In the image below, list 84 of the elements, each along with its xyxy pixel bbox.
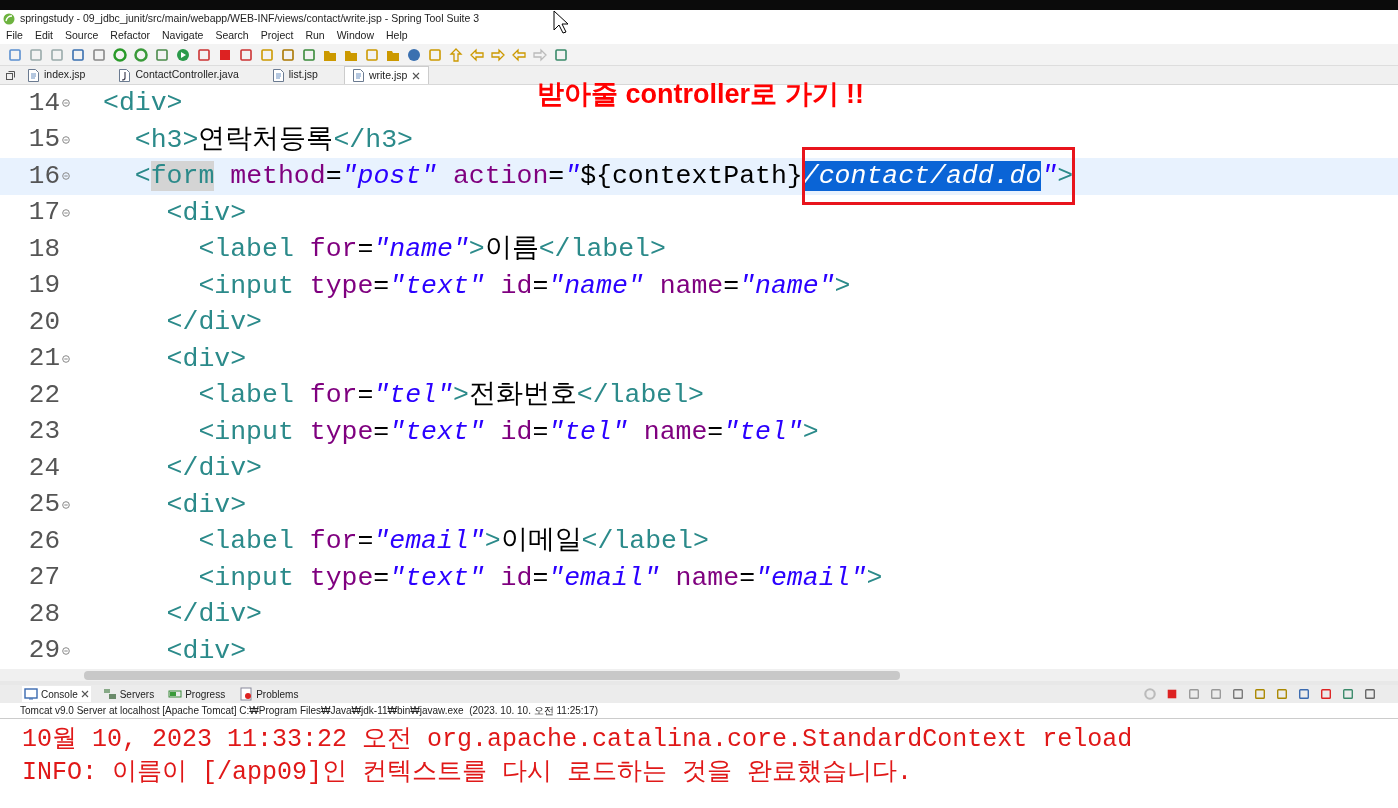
fold-icon[interactable]	[62, 99, 70, 108]
code-line: <div>	[165, 488, 247, 522]
stop-icon[interactable]	[218, 47, 232, 62]
page-file-icon	[28, 68, 39, 82]
code-line: </div>	[165, 598, 263, 632]
menu-item[interactable]: Edit	[34, 28, 53, 44]
editor-tab[interactable]: index.jsp	[20, 66, 94, 84]
fold-icon[interactable]	[62, 135, 70, 144]
menu-item[interactable]: Window	[336, 28, 375, 44]
close-icon[interactable]	[412, 71, 421, 80]
line-number: 24	[27, 451, 60, 485]
menu-item[interactable]: Source	[65, 28, 99, 44]
code-line: </div>	[165, 452, 263, 486]
code-line: <div>	[165, 634, 247, 668]
view-tab[interactable]: Problems	[237, 686, 301, 702]
menu-item[interactable]: Run	[305, 28, 325, 44]
line-number: 28	[27, 597, 60, 631]
line-number: 19	[27, 269, 60, 303]
left-arrow-icon[interactable]	[470, 47, 484, 62]
line-number: 17	[27, 196, 60, 230]
editor-tab[interactable]: list.jsp	[264, 66, 326, 84]
line-number: 26	[27, 524, 60, 558]
servers-view-icon	[102, 687, 117, 701]
code-line: <input type="text" id="name" name="name">	[197, 269, 851, 303]
console-header: Tomcat v9.0 Server at localhost [Apache Tomcat] C:₩Program Files₩Java₩jdk-11₩bin₩javaw.exe (2023. 10. 10. 오전 11:25:17)	[20, 704, 598, 718]
menu-item[interactable]: Help	[386, 28, 408, 44]
fold-icon[interactable]	[62, 172, 70, 181]
window-title: springstudy - 09_jdbc_junit/src/main/webapp/WEB-INF/views/contact/write.jsp - Spring Tool Suite 3	[20, 11, 480, 27]
up-arrow-icon[interactable]	[449, 47, 463, 62]
page-file-icon	[272, 68, 284, 82]
globe-icon[interactable]	[407, 47, 421, 62]
java-file-icon	[119, 68, 131, 82]
line-number: 29	[27, 634, 60, 668]
code-line: <div>	[103, 87, 183, 121]
annotation-text: 받아줄 controller로 가기 !!	[537, 78, 864, 111]
fold-icon[interactable]	[62, 208, 70, 217]
fold-icon[interactable]	[62, 646, 70, 655]
code-line: <label for="tel">전화번호</label>	[197, 379, 705, 413]
code-line: <div>	[165, 196, 247, 230]
menu-item[interactable]: File	[6, 28, 23, 44]
line-number: 27	[27, 561, 60, 595]
close-icon[interactable]	[80, 690, 89, 698]
code-line: <div>	[165, 342, 247, 376]
line-number: 21	[27, 342, 60, 376]
line-number: 20	[27, 305, 60, 339]
view-tab[interactable]: Progress	[166, 686, 228, 702]
code-line: <label for="name">이름</label>	[197, 233, 666, 267]
editor-tab[interactable]: write.jsp	[343, 66, 430, 84]
menu-item[interactable]: Navigate	[162, 28, 204, 44]
menu-item[interactable]: Search	[215, 28, 249, 44]
line-number: 23	[27, 415, 60, 449]
console-view-icon	[24, 687, 38, 701]
right-arrow-icon[interactable]	[533, 47, 547, 62]
line-number: 22	[27, 378, 60, 412]
view-tab[interactable]: Servers	[100, 686, 157, 702]
leaf-logo-icon	[3, 13, 15, 25]
play-icon[interactable]	[176, 47, 190, 62]
problems-view-icon	[239, 687, 254, 701]
code-line: <form method="post" action="${contextPath}/contact/add.do">	[103, 159, 1074, 194]
code-line: <input type="text" id="email" name="email">	[197, 561, 883, 595]
code-line: <input type="text" id="tel" name="tel">	[197, 415, 819, 449]
editor-tab[interactable]: ContactController.java	[111, 66, 247, 84]
page-file-icon	[352, 69, 364, 82]
line-number: 25	[27, 488, 60, 522]
line-number: 16	[27, 159, 60, 193]
fold-icon[interactable]	[62, 500, 70, 509]
code-line: </div>	[165, 306, 263, 340]
right-arrow-icon[interactable]	[491, 47, 505, 62]
menu-item[interactable]: Project	[260, 28, 294, 44]
view-tab[interactable]: Console	[22, 686, 91, 702]
restore-icon[interactable]	[5, 70, 15, 80]
code-line: <h3>연락처등록</h3>	[133, 123, 413, 157]
menu-item[interactable]: Refactor	[110, 28, 150, 44]
scrollbar-thumb[interactable]	[84, 670, 900, 680]
console-line: INFO: 이름이 [/app09]인 컨텍스트를 다시 로드하는 것을 완료했습니다.	[22, 757, 914, 789]
line-number: 15	[27, 123, 60, 157]
line-number: 18	[27, 232, 60, 266]
left-arrow-icon[interactable]	[512, 47, 526, 62]
console-line: 10월 10, 2023 11:33:22 오전 org.apache.catalina.core.StandardContext reload	[22, 724, 1134, 756]
stop-icon[interactable]	[1166, 688, 1178, 700]
code-line: <label for="email">이메일</label>	[197, 525, 709, 559]
progress-view-icon	[168, 687, 183, 701]
line-number: 14	[27, 86, 60, 120]
fold-icon[interactable]	[62, 354, 70, 363]
